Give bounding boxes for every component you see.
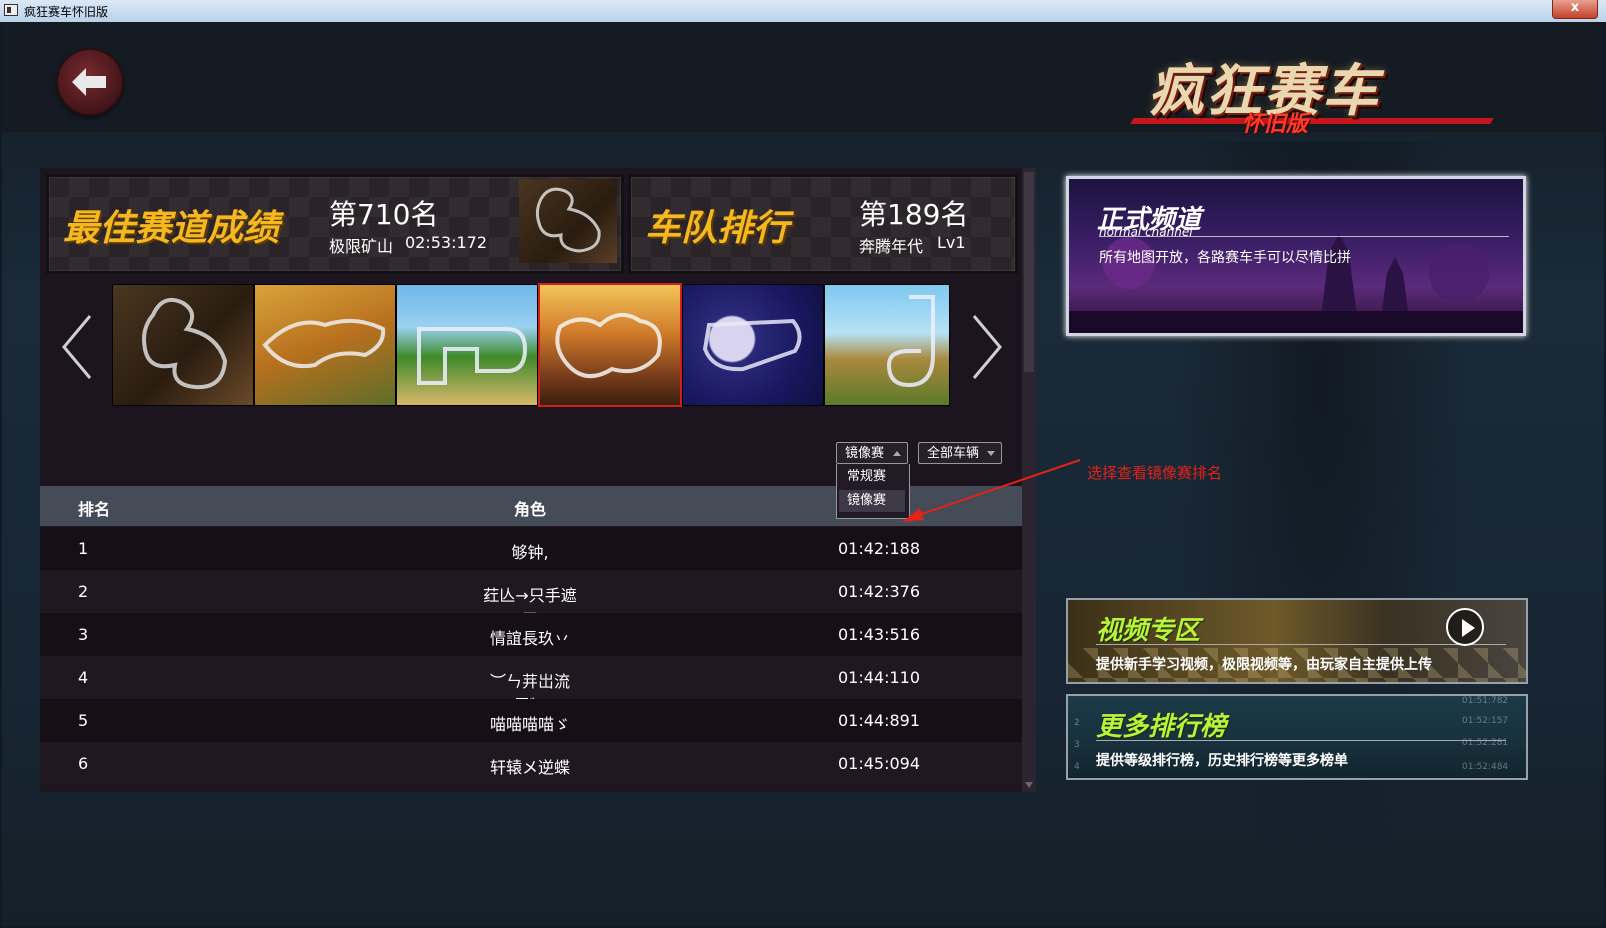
best-track-time: 02:53:172: [405, 233, 488, 252]
row-rank: 5: [78, 711, 89, 730]
annotation-text: 选择查看镜像赛排名: [1087, 464, 1223, 482]
best-track-title: 最佳赛道成绩: [63, 208, 280, 249]
row-rank: 2: [78, 582, 89, 601]
best-track-name: 极限矿山: [329, 237, 394, 256]
play-icon[interactable]: [1446, 608, 1484, 646]
track-thumb-6[interactable]: [824, 284, 950, 406]
row-time: 01:42:188: [838, 539, 921, 558]
window-close-button[interactable]: x: [1552, 0, 1598, 19]
team-level: Lv1: [937, 233, 966, 252]
back-arrow-icon: [72, 68, 106, 96]
scrollbar-thumb[interactable]: [1024, 172, 1034, 372]
app-icon: [4, 4, 18, 16]
table-row[interactable]: 5 喵喵喵喵ゞ 01:44:891: [40, 699, 1022, 742]
race-mode-selected: 镜像赛: [845, 446, 885, 461]
row-time: 01:45:094: [838, 754, 921, 773]
window-title: 疯狂赛车怀旧版: [24, 5, 109, 19]
row-rank: 4: [78, 668, 89, 687]
game-logo: 疯狂赛车 怀旧版: [1130, 42, 1494, 152]
row-rank: 6: [78, 754, 89, 773]
track-thumb-1[interactable]: [112, 284, 254, 406]
track-thumb-4-selected[interactable]: [538, 283, 682, 407]
row-rank: 3: [78, 625, 89, 644]
carousel-prev-icon[interactable]: [58, 312, 98, 382]
track-thumb-5[interactable]: [682, 284, 824, 406]
team-rank-title: 车队排行: [645, 208, 790, 249]
header-rank: 排名: [78, 500, 111, 519]
team-rank-value: 第189名: [859, 198, 969, 231]
video-zone-card[interactable]: 视频专区 提供新手学习视频，极限视频等，由玩家自主提供上传: [1066, 598, 1528, 684]
row-time: 01:44:891: [838, 711, 921, 730]
logo-sub-text: 怀旧版: [1242, 112, 1309, 137]
track-thumb-3[interactable]: [396, 284, 538, 406]
window-titlebar: 疯狂赛车怀旧版 x: [0, 0, 1606, 22]
table-row[interactable]: 1 够钟, 01:42:188: [40, 527, 1022, 570]
row-character: 轩辕メ逆蝶: [489, 758, 570, 777]
table-row[interactable]: 3 情誼長玖丷 01:43:516: [40, 613, 1022, 656]
annotation-arrow-icon: [902, 459, 1081, 522]
team-name: 奔腾年代: [859, 237, 924, 256]
table-row[interactable]: 2 荭亾→只手遮天 01:42:376: [40, 570, 1022, 629]
row-time: 01:43:516: [838, 625, 921, 644]
scroll-down-icon[interactable]: [1025, 782, 1033, 788]
header-character: 角色: [514, 500, 547, 519]
best-track-thumbnail: [519, 179, 617, 263]
video-zone-desc: 提供新手学习视频，极限视频等，由玩家自主提供上传: [1096, 657, 1432, 673]
row-character: 够钟,: [511, 543, 549, 562]
normal-channel-desc: 所有地图开放，各路赛车手可以尽情比拼: [1099, 250, 1351, 266]
best-track-rank: 第710名: [329, 198, 439, 231]
row-character: 喵喵喵喵ゞ: [489, 715, 570, 734]
more-rankings-card[interactable]: 01:51:782 01:52:157 01:52:281 01:52:484 …: [1066, 694, 1528, 780]
team-rank-box: 车队排行 第189名 奔腾年代 Lv1: [628, 174, 1018, 274]
row-time: 01:42:376: [838, 582, 921, 601]
normal-channel-card[interactable]: 正式频道 normal channel 所有地图开放，各路赛车手可以尽情比拼: [1066, 176, 1526, 336]
row-character: 情誼長玖丷: [489, 629, 570, 648]
best-track-box: 最佳赛道成绩 第710名 极限矿山 02:53:172: [46, 174, 624, 274]
castle-scene: [1069, 233, 1523, 333]
track-thumb-2[interactable]: [254, 284, 396, 406]
video-zone-title: 视频专区: [1096, 616, 1201, 646]
row-rank: 1: [78, 539, 89, 558]
back-button[interactable]: [58, 50, 122, 114]
table-row[interactable]: 4 ︶ㄣ茾岀流雲゛ 01:44:110: [40, 656, 1022, 715]
more-rankings-desc: 提供等级排行榜，历史排行榜等更多榜单: [1096, 753, 1348, 769]
row-time: 01:44:110: [838, 668, 921, 687]
carousel-next-icon[interactable]: [966, 312, 1006, 382]
more-rankings-title: 更多排行榜: [1096, 712, 1227, 742]
table-row[interactable]: 6 轩辕メ逆蝶 01:45:094: [40, 742, 1022, 785]
